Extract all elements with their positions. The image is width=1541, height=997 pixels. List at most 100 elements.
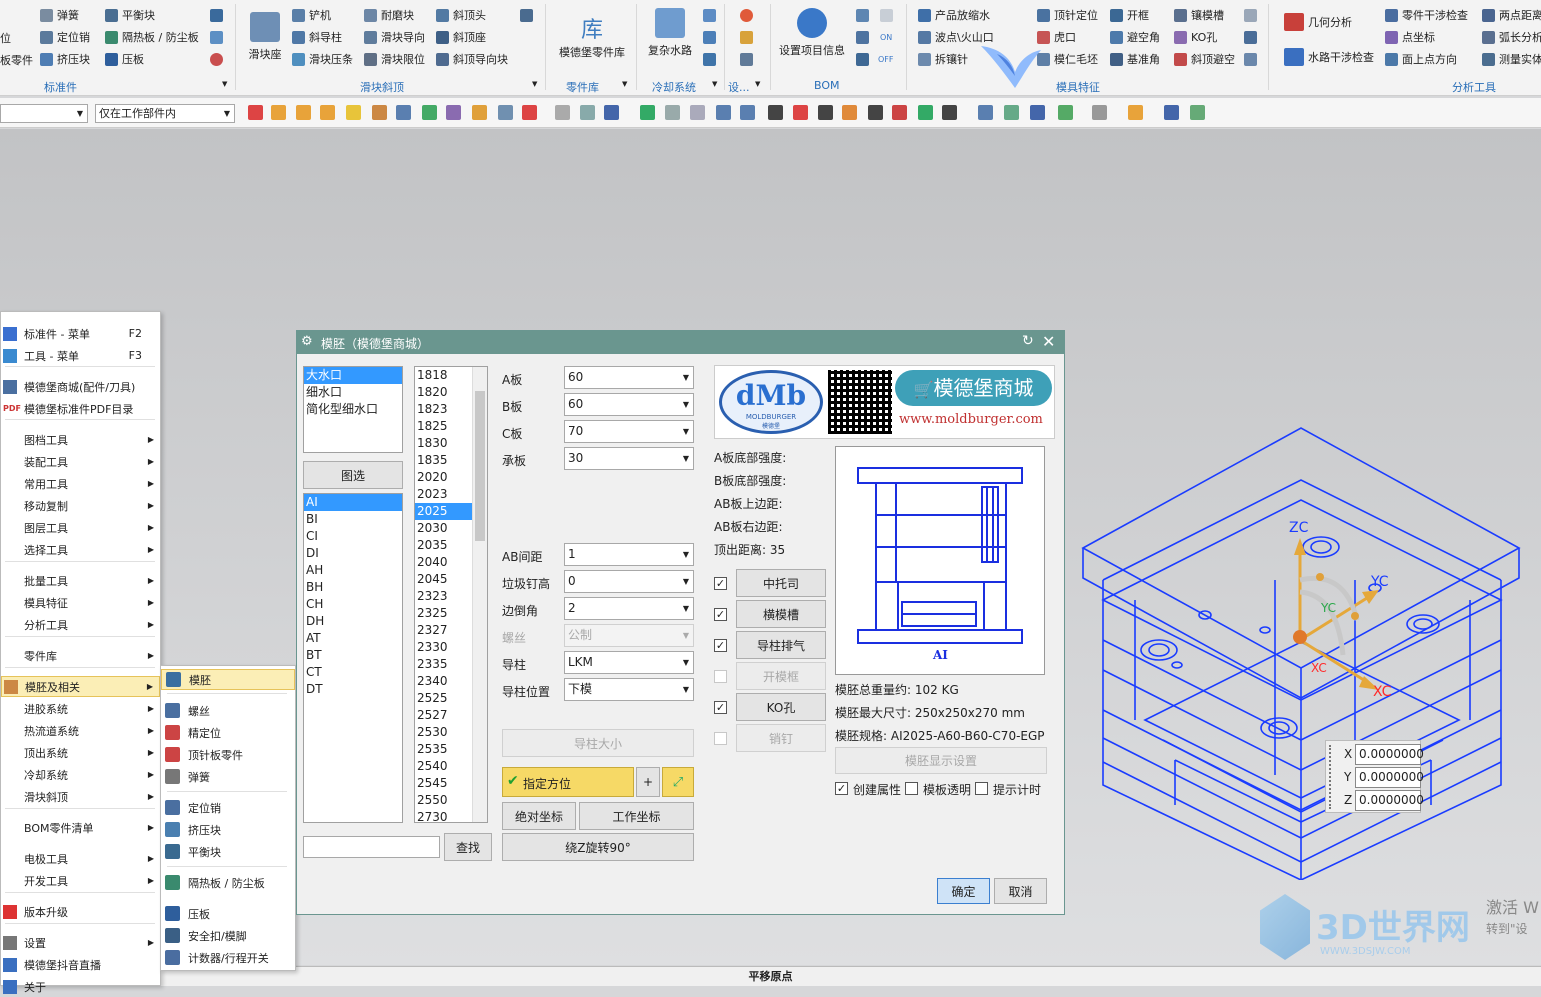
locating-pin-button[interactable]: 定位销 [40, 28, 90, 46]
mold-type-item[interactable]: AH [304, 562, 402, 579]
display-settings-button[interactable]: 模胚显示设置 [835, 747, 1047, 774]
tool-icon[interactable] [210, 9, 223, 22]
toolbar-tool-icon[interactable] [892, 105, 907, 120]
off-toggle[interactable]: OFF [878, 55, 894, 64]
tool-icon[interactable] [210, 31, 223, 44]
submenu-item[interactable]: 顶针板零件 [161, 744, 295, 765]
field-select[interactable]: 70 ▼ [564, 420, 694, 443]
ribbon-item[interactable]: 弧长分析 [1482, 28, 1541, 46]
menu-item[interactable]: PDF 模德堡标准件PDF目录 [1, 398, 160, 419]
mold-type-item[interactable]: CI [304, 528, 402, 545]
menu-item[interactable]: 常用工具 ▶ [1, 473, 160, 494]
ribbon-item[interactable]: 顶针定位 [1037, 6, 1098, 24]
search-input[interactable] [303, 836, 440, 858]
gate-type-list[interactable]: 大水口 细水口 简化型细水口 [303, 366, 403, 453]
ribbon-item[interactable]: 水路干涉检查 [1284, 48, 1374, 66]
submenu-item[interactable]: 隔热板 / 防尘板 [161, 872, 295, 893]
toolbar-tool-icon[interactable] [472, 105, 487, 120]
ribbon-item[interactable]: 滑块限位 [364, 50, 425, 68]
menu-item[interactable]: 批量工具 ▶ [1, 570, 160, 591]
menu-item[interactable]: 模德堡商城(配件/刀具) [1, 376, 160, 397]
toolbar-tool-icon[interactable] [1058, 105, 1073, 120]
menu-item[interactable]: BOM零件清单 ▶ [1, 817, 160, 838]
submenu-item[interactable]: 平衡块 [161, 841, 295, 862]
project-info-button[interactable]: 设置项目信息 [776, 8, 848, 58]
x-field[interactable]: 0.0000000 [1355, 744, 1424, 765]
wrench-icon[interactable] [740, 31, 753, 44]
setting-checkbox[interactable]: ✓ [835, 782, 848, 795]
menu-item[interactable]: 设置 ▶ [1, 932, 160, 953]
ribbon-item[interactable]: 斜导柱 [292, 28, 342, 46]
on-toggle[interactable]: ON [880, 33, 892, 42]
submenu-item[interactable]: 安全扣/模脚 [161, 925, 295, 946]
menu-item[interactable]: 标准件 - 菜单 F2 [1, 323, 160, 344]
ribbon-item[interactable]: 位 [0, 29, 11, 47]
close-icon[interactable]: ✕ [1042, 332, 1055, 351]
ribbon-item[interactable]: 基准角 [1110, 50, 1160, 68]
toolbar-tool-icon[interactable] [271, 105, 286, 120]
ribbon-item[interactable]: 产品放缩水 [918, 6, 990, 24]
mold-type-item[interactable]: CH [304, 596, 402, 613]
type-filter-select[interactable]: ▼ [0, 104, 88, 123]
rotate-z-button[interactable]: 绕Z旋转90° [502, 833, 694, 861]
point-dialog-button[interactable]: + [636, 767, 660, 797]
bom-icon[interactable] [856, 9, 869, 22]
ribbon-item[interactable]: 测量实体 [1482, 50, 1541, 68]
settings-icon[interactable] [740, 9, 753, 22]
toolbar-tool-icon[interactable] [320, 105, 335, 120]
ribbon-item[interactable]: 斜顶避空 [1174, 50, 1235, 68]
toolbar-tool-icon[interactable] [690, 105, 705, 120]
ribbon-item[interactable]: KO孔 [1174, 28, 1217, 46]
menu-item[interactable]: 工具 - 菜单 F3 [1, 345, 160, 366]
toolbar-tool-icon[interactable] [942, 105, 957, 120]
option-button[interactable]: 开模框 [736, 662, 826, 690]
ribbon-item[interactable]: 铲机 [292, 6, 331, 24]
menu-item[interactable]: 关于 [1, 976, 160, 997]
menu-item[interactable]: 进胶系统 ▶ [1, 698, 160, 719]
toolbar-tool-icon[interactable] [248, 105, 263, 120]
ribbon-item[interactable]: 滑块压条 [292, 50, 353, 68]
group-expand-icon[interactable]: ▼ [712, 80, 717, 88]
tool-icon[interactable] [520, 9, 533, 22]
menu-item[interactable]: 冷却系统 ▶ [1, 764, 160, 785]
menu-item[interactable]: 选择工具 ▶ [1, 539, 160, 560]
group-expand-icon[interactable]: ▼ [222, 80, 227, 88]
setting-checkbox[interactable] [975, 782, 988, 795]
tool-icon[interactable] [1244, 31, 1257, 44]
option-checkbox[interactable] [714, 670, 727, 683]
menu-item[interactable]: 开发工具 ▶ [1, 870, 160, 891]
gate-type-item[interactable]: 简化型细水口 [304, 401, 402, 418]
ribbon-item[interactable]: 零件干涉检查 [1385, 6, 1468, 24]
toolbar-tool-icon[interactable] [580, 105, 595, 120]
menu-item[interactable]: 移动复制 ▶ [1, 495, 160, 516]
absolute-coord-button[interactable]: 绝对坐标 [502, 802, 576, 830]
toolbar-tool-icon[interactable] [842, 105, 857, 120]
menu-item[interactable]: 图层工具 ▶ [1, 517, 160, 538]
shop-banner[interactable]: dMb MOLDBURGER 模德堡 🛒模德堡商城 www.moldburger… [714, 365, 1055, 439]
clamp-plate-button[interactable]: 压板 [105, 50, 144, 68]
option-button[interactable]: 销钉 [736, 724, 826, 752]
ribbon-item[interactable]: 点坐标 [1385, 28, 1435, 46]
ribbon-item[interactable]: 几何分析 [1284, 13, 1352, 31]
mold-type-item[interactable]: DT [304, 681, 402, 698]
setting-checkbox[interactable] [905, 782, 918, 795]
complex-waterline-button[interactable]: 复杂水路 [644, 8, 696, 58]
ribbon-item[interactable]: 斜顶导向块 [436, 50, 508, 68]
menu-item[interactable]: 顶出系统 ▶ [1, 742, 160, 763]
guide-pin-size-button[interactable]: 导柱大小 [502, 729, 694, 757]
submenu-item[interactable]: 计数器/行程开关 [161, 947, 295, 968]
dialog-title-bar[interactable]: ⚙ 模胚（模德堡商城） ↻ ✕ [297, 331, 1064, 354]
toolbar-tool-icon[interactable] [918, 105, 933, 120]
option-button[interactable]: KO孔 [736, 693, 826, 721]
menu-item[interactable]: 分析工具 ▶ [1, 614, 160, 635]
toolbar-tool-icon[interactable] [818, 105, 833, 120]
mold-type-item[interactable]: DH [304, 613, 402, 630]
cool-icon[interactable] [703, 9, 716, 22]
reset-icon[interactable]: ↻ [1022, 333, 1034, 349]
toolbar-tool-icon[interactable] [604, 105, 619, 120]
field-select[interactable]: 2 ▼ [564, 597, 694, 620]
bom-icon[interactable] [856, 31, 869, 44]
tool-icon[interactable] [210, 53, 223, 66]
option-button[interactable]: 中托司 [736, 569, 826, 597]
menu-item[interactable]: 热流道系统 ▶ [1, 720, 160, 741]
